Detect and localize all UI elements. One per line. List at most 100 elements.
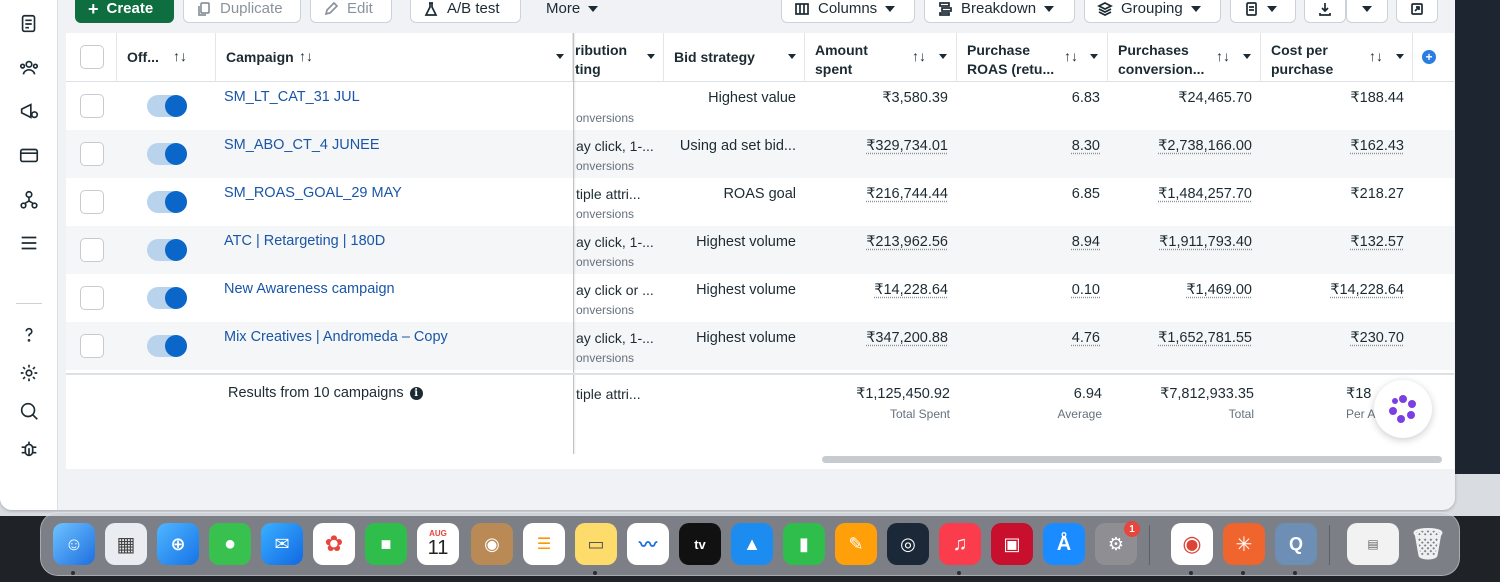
chevron-down-icon[interactable] xyxy=(556,54,564,59)
amount-spent[interactable]: ₹347,200.88 xyxy=(866,330,948,346)
cost-per-purchase[interactable]: ₹132.57 xyxy=(1350,234,1404,250)
assistant-button[interactable] xyxy=(1374,380,1432,438)
mail-icon[interactable]: ✉ xyxy=(261,523,303,565)
notes-icon[interactable]: ▭ xyxy=(575,523,617,565)
row-checkbox[interactable] xyxy=(80,238,104,262)
header-purchases-conversion-value[interactable]: Purchases conversion... ↑↓ xyxy=(1108,33,1261,82)
system-settings-icon[interactable]: ⚙ 1 xyxy=(1095,521,1140,565)
header-campaign[interactable]: Campaign ↑↓ xyxy=(216,33,573,82)
settings-gear-icon[interactable] xyxy=(15,359,43,387)
purchase-roas[interactable]: 6.83 xyxy=(1072,90,1100,106)
info-icon[interactable]: i xyxy=(409,386,423,400)
reminders-icon[interactable]: ☰ xyxy=(523,523,565,565)
numbers-icon[interactable]: ▮ xyxy=(783,523,825,565)
help-icon[interactable] xyxy=(15,320,43,348)
campaign-toggle[interactable] xyxy=(147,191,187,213)
row-checkbox[interactable] xyxy=(80,142,104,166)
music-icon[interactable]: ♫ xyxy=(939,523,981,565)
purchases-conversion-value[interactable]: ₹1,484,257.70 xyxy=(1158,186,1252,202)
pages-icon[interactable] xyxy=(15,10,43,38)
sort-icon[interactable]: ↑↓ xyxy=(1064,48,1078,64)
freeform-icon[interactable]: 〰 xyxy=(627,523,669,565)
purchase-roas[interactable]: 0.10 xyxy=(1072,282,1100,298)
header-off-on[interactable]: Off... ↑↓ xyxy=(117,33,216,82)
sort-icon[interactable]: ↑↓ xyxy=(1216,48,1230,64)
columns-dropdown[interactable]: Columns xyxy=(781,0,915,23)
trash-icon[interactable]: 🗑 xyxy=(1407,523,1449,565)
amount-spent[interactable]: ₹329,734.01 xyxy=(866,138,948,154)
chrome-icon[interactable]: ◉ xyxy=(1171,523,1213,565)
finder-icon[interactable]: ☺ xyxy=(53,523,95,565)
calendar-icon[interactable]: AUG 11 xyxy=(417,523,459,565)
chevron-down-icon[interactable] xyxy=(1243,54,1251,59)
ab-test-button[interactable]: A/B test xyxy=(410,0,521,23)
sort-icon[interactable]: ↑↓ xyxy=(173,48,187,64)
duplicate-button[interactable]: Duplicate xyxy=(183,0,301,23)
messages-icon[interactable]: ● xyxy=(209,523,251,565)
search-icon[interactable] xyxy=(15,397,43,425)
cost-per-purchase[interactable]: ₹162.43 xyxy=(1350,138,1404,154)
sort-icon[interactable]: ↑↓ xyxy=(1369,48,1383,64)
chevron-down-icon[interactable] xyxy=(788,54,796,59)
amount-spent[interactable]: ₹216,744.44 xyxy=(866,186,948,202)
table-row[interactable]: New Awareness campaign ay click or ... onv… xyxy=(66,274,1454,322)
grouping-dropdown[interactable]: Grouping xyxy=(1084,0,1221,23)
campaign-settings-icon[interactable] xyxy=(15,97,43,125)
edit-button[interactable]: Edit xyxy=(310,0,392,23)
app-store-icon[interactable]: Å xyxy=(1043,523,1085,565)
row-checkbox[interactable] xyxy=(80,94,104,118)
contacts-icon[interactable]: ◉ xyxy=(471,523,513,565)
breakdown-dropdown[interactable]: Breakdown xyxy=(924,0,1075,23)
campaign-toggle[interactable] xyxy=(147,95,187,117)
menu-icon[interactable] xyxy=(15,229,43,257)
campaign-name-link[interactable]: SM_ABO_CT_4 JUNEE xyxy=(224,137,380,153)
claude-icon[interactable]: ✳ xyxy=(1223,523,1265,565)
sort-icon[interactable]: ↑↓ xyxy=(912,48,926,64)
purchases-conversion-value[interactable]: ₹1,911,793.40 xyxy=(1159,234,1252,250)
campaign-toggle[interactable] xyxy=(147,143,187,165)
sort-icon[interactable]: ↑↓ xyxy=(299,48,313,64)
bug-report-icon[interactable] xyxy=(15,435,43,463)
audience-icon[interactable] xyxy=(15,54,43,82)
purchase-roas[interactable]: 8.94 xyxy=(1072,234,1100,250)
header-bid-strategy[interactable]: Bid strategy xyxy=(664,33,805,82)
billing-icon[interactable] xyxy=(15,141,43,169)
header-purchase-roas[interactable]: Purchase ROAS (retu... ↑↓ xyxy=(957,33,1108,82)
horizontal-scrollbar[interactable] xyxy=(822,456,1442,463)
chevron-down-icon[interactable] xyxy=(647,54,655,59)
purchase-roas[interactable]: 8.30 xyxy=(1072,138,1100,154)
purchases-conversion-value[interactable]: ₹24,465.70 xyxy=(1178,90,1252,106)
keynote-icon[interactable]: ▲ xyxy=(731,523,773,565)
table-row[interactable]: ATC | Retargeting | 180D ay click, 1-... o… xyxy=(66,226,1454,274)
photo-booth-icon[interactable]: ▣ xyxy=(991,523,1033,565)
purchases-conversion-value[interactable]: ₹1,469.00 xyxy=(1186,282,1252,298)
chevron-down-icon[interactable] xyxy=(1090,54,1098,59)
row-checkbox[interactable] xyxy=(80,190,104,214)
apple-tv-icon[interactable]: tv xyxy=(679,523,721,565)
campaign-name-link[interactable]: SM_LT_CAT_31 JUL xyxy=(224,89,360,105)
amount-spent[interactable]: ₹3,580.39 xyxy=(882,90,948,106)
facetime-icon[interactable]: ■ xyxy=(365,523,407,565)
cost-per-purchase[interactable]: ₹230.70 xyxy=(1350,330,1404,346)
campaign-toggle[interactable] xyxy=(147,239,187,261)
purchase-roas[interactable]: 6.85 xyxy=(1072,186,1100,202)
purchases-conversion-value[interactable]: ₹2,738,166.00 xyxy=(1158,138,1252,154)
purchases-conversion-value[interactable]: ₹1,652,781.55 xyxy=(1158,330,1252,346)
export-button[interactable] xyxy=(1304,0,1346,23)
header-amount-spent[interactable]: Amount spent ↑↓ xyxy=(805,33,957,82)
more-dropdown[interactable]: More xyxy=(534,0,614,23)
cost-per-purchase[interactable]: ₹218.27 xyxy=(1350,186,1404,202)
cost-per-purchase[interactable]: ₹14,228.64 xyxy=(1330,282,1404,298)
export-options-dropdown[interactable] xyxy=(1346,0,1388,23)
row-checkbox[interactable] xyxy=(80,286,104,310)
events-manager-icon[interactable] xyxy=(15,186,43,214)
create-button[interactable]: + Create xyxy=(75,0,174,23)
campaign-name-link[interactable]: ATC | Retargeting | 180D xyxy=(224,233,385,249)
steam-icon[interactable]: ◎ xyxy=(887,523,929,565)
campaign-name-link[interactable]: New Awareness campaign xyxy=(224,281,395,297)
table-row[interactable]: SM_ABO_CT_4 JUNEE ay click, 1-... onversio… xyxy=(66,130,1454,178)
campaign-name-link[interactable]: SM_ROAS_GOAL_29 MAY xyxy=(224,185,402,201)
header-attribution-setting[interactable]: ribution ting xyxy=(575,33,664,82)
campaign-toggle[interactable] xyxy=(147,335,187,357)
row-checkbox[interactable] xyxy=(80,334,104,358)
